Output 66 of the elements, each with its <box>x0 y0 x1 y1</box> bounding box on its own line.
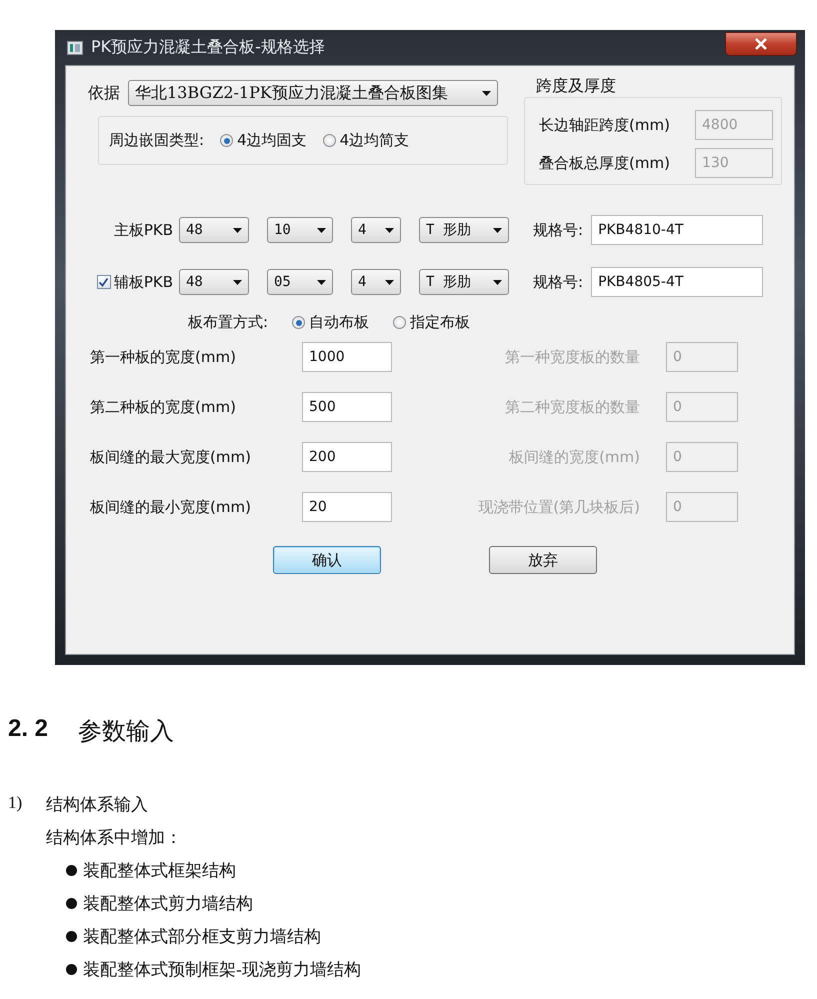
window-title: PK预应力混凝土叠合板-规格选择 <box>91 37 326 58</box>
checkbox[interactable] <box>96 275 111 289</box>
dropdown[interactable]: 10 <box>267 217 333 243</box>
field-label: 长边轴距跨度(mm) <box>539 116 671 134</box>
bullet-icon <box>66 898 78 909</box>
bullet-icon <box>66 865 78 876</box>
slab-label: 辅板PKB <box>114 272 173 292</box>
input-field[interactable]: 200 <box>302 442 392 472</box>
spec-field[interactable]: PKB4805-4T <box>591 267 764 297</box>
dropdown[interactable]: 05 <box>267 269 333 295</box>
section-number: 2. 2 <box>8 715 48 744</box>
bullet-text: 装配整体式预制框架-现浇剪力墙结构 <box>83 959 361 981</box>
caret-icon <box>385 280 394 284</box>
bullet-icon <box>66 964 78 975</box>
slab-label: 主板PKB <box>114 220 173 240</box>
spec-field[interactable]: PKB4810-4T <box>591 215 764 245</box>
caret-icon <box>482 90 491 96</box>
caret-icon <box>233 228 242 232</box>
caret-icon <box>233 280 242 284</box>
param-label: 第二种板的宽度(mm) <box>90 398 237 416</box>
radio-button[interactable]: 4边均固支 <box>220 131 307 150</box>
input-field[interactable]: 500 <box>302 392 392 422</box>
close-icon <box>754 38 768 50</box>
dropdown[interactable]: T 形肋 <box>419 217 509 243</box>
spec-label: 规格号: <box>533 220 584 240</box>
bullet-text: 装配整体式剪力墙结构 <box>83 893 254 915</box>
item-title: 结构体系输入 <box>46 794 150 816</box>
param-label: 板间缝的最小宽度(mm) <box>90 498 252 516</box>
input-field[interactable]: 20 <box>302 492 392 522</box>
dropdown[interactable]: T 形肋 <box>419 269 509 295</box>
dropdown[interactable]: 4 <box>351 269 401 295</box>
close-button[interactable] <box>725 32 797 56</box>
dropdown[interactable]: 48 <box>179 269 249 295</box>
param-label: 板间缝的最大宽度(mm) <box>90 448 252 466</box>
app-icon <box>67 40 83 54</box>
caret-icon <box>317 228 326 232</box>
param-label: 第一种板的宽度(mm) <box>90 348 237 366</box>
result-label: 现浇带位置(第几块板后) <box>477 498 640 516</box>
radio-button[interactable]: 指定布板 <box>393 313 470 332</box>
caret-icon <box>317 280 326 284</box>
dropdown[interactable]: 48 <box>179 217 249 243</box>
basis-dropdown[interactable]: 华北13BGZ2-1PK预应力混凝土叠合板图集 <box>128 80 498 106</box>
bullet-text: 装配整体式框架结构 <box>83 860 236 882</box>
result-label: 第一种宽度板的数量 <box>504 348 640 366</box>
field-label: 叠合板总厚度(mm) <box>539 154 671 172</box>
result-label: 板间缝的宽度(mm) <box>508 448 640 466</box>
basis-label: 依据 <box>88 82 120 104</box>
caret-icon <box>493 228 502 232</box>
dropdown[interactable]: 4 <box>351 217 401 243</box>
caret-icon <box>493 280 502 284</box>
dialog-button[interactable]: 放弃 <box>489 546 597 574</box>
result-label: 第二种宽度板的数量 <box>504 398 640 416</box>
radio-button[interactable]: 4边均简支 <box>322 131 410 150</box>
input-field[interactable]: 1000 <box>302 342 392 372</box>
radio-button[interactable]: 自动布板 <box>292 313 370 332</box>
section-title: 参数输入 <box>78 716 174 747</box>
dialog-button[interactable]: 确认 <box>273 546 381 574</box>
bullet-icon <box>66 931 78 942</box>
intro-text: 结构体系中增加： <box>46 827 184 849</box>
spec-label: 规格号: <box>533 272 584 292</box>
item-number: 1) <box>8 793 22 814</box>
group-title: 跨度及厚度 <box>535 76 617 97</box>
edge-type-label: 周边嵌固类型: <box>109 131 204 150</box>
caret-icon <box>385 228 394 232</box>
layout-mode-label: 板布置方式: <box>188 313 268 332</box>
bullet-text: 装配整体式部分框支剪力墙结构 <box>83 926 322 948</box>
